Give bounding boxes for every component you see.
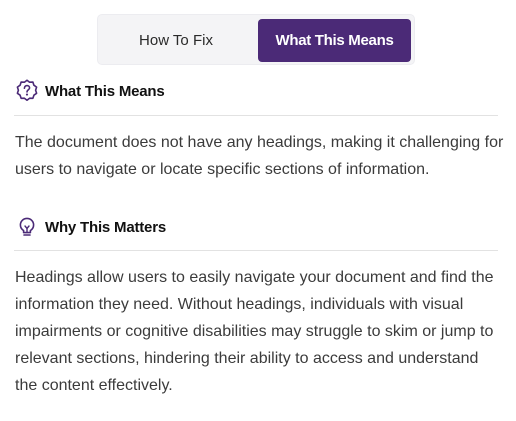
question-badge-icon [14,78,40,104]
section-title: What This Means [45,82,165,100]
tab-switcher: How To Fix What This Means [97,14,415,65]
section-header-what-this-means: What This Means [14,78,165,104]
tab-what-this-means[interactable]: What This Means [258,19,411,62]
section-body: Headings allow users to easily navigate … [15,269,494,394]
section-body: The document does not have any headings,… [15,134,504,178]
tab-how-to-fix[interactable]: How To Fix [102,19,250,62]
section-title: Why This Matters [45,218,166,236]
divider [14,115,498,116]
section-header-why-this-matters: Why This Matters [14,214,166,240]
divider [14,250,498,251]
lightbulb-icon [14,214,40,240]
